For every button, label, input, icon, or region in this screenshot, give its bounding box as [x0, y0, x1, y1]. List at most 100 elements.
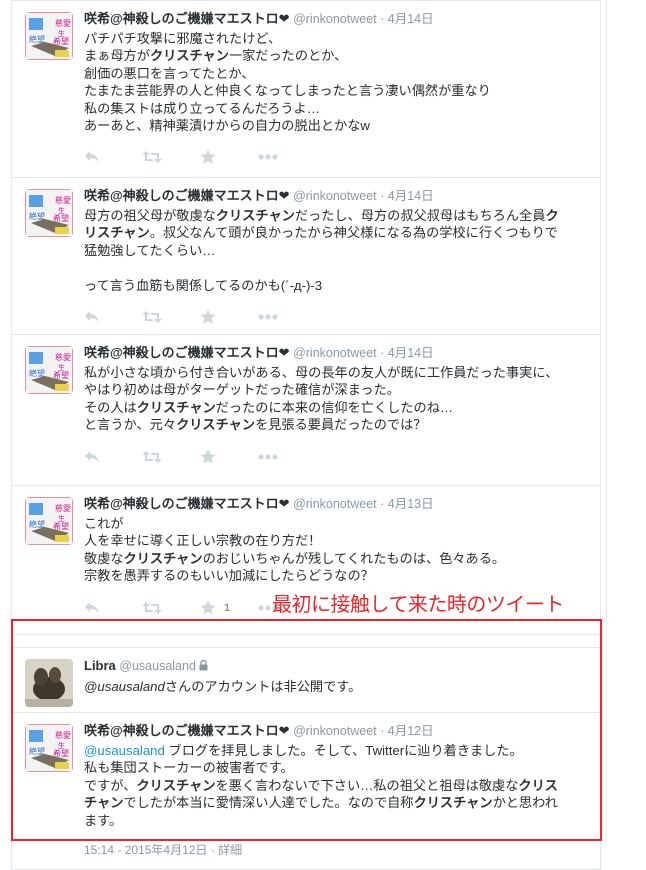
tweet-text-line: ます。 — [84, 812, 588, 829]
display-name[interactable]: 咲希@神殺しのご機嫌マエストロ❤ — [84, 345, 290, 360]
tweet-header: 咲希@神殺しのご機嫌マエストロ❤ @rinkonotweet · 4月14日 — [84, 188, 588, 204]
tweet-text-segment: のおじいちゃんが残してくれたものは、色々ある。 — [202, 550, 506, 566]
avatar[interactable]: 慈愛生絶望 希望 — [25, 12, 73, 60]
tweet-text-segment: まぁ母方が — [84, 48, 150, 64]
tweet-text-segment: ます。 — [84, 812, 123, 828]
tweet-text-segment: って言う血筋も関係してるのかも(´-д-)-3 — [84, 277, 323, 293]
username[interactable]: @rinkonotweet — [293, 497, 377, 511]
favorite-button[interactable] — [200, 307, 258, 327]
svg-text:慈愛: 慈愛 — [55, 195, 71, 205]
retweet-button[interactable] — [142, 598, 200, 618]
avatar[interactable] — [25, 659, 73, 707]
tweet-text-segment: 私の集ストは成り立ってるんだろうよ… — [84, 100, 320, 116]
tweet-text-line: リスチャン。叔父なんて頭が良かったから神父様になる為の学校に行くつもりで — [84, 224, 588, 241]
tweet-text-segment: パチパチ攻撃に邪魔されたけど、 — [84, 31, 282, 46]
star-icon — [200, 309, 216, 325]
username[interactable]: @rinkonotweet — [293, 12, 377, 26]
tweet-text-line: その人はクリスチャンだったのに本来の信仰を亡くしたのね… — [84, 399, 588, 416]
tweet-text-segment: だったのに本来の信仰を亡くしたのね… — [215, 399, 454, 415]
timestamp[interactable]: 15:14 - 2015年4月12日 — [84, 843, 207, 857]
avatar[interactable]: 慈愛生絶望 希望 — [25, 189, 73, 237]
favorite-button[interactable] — [200, 447, 258, 467]
display-name[interactable]: 咲希@神殺しのご機嫌マエストロ❤ — [84, 723, 290, 738]
username[interactable]: @rinkonotweet — [293, 346, 377, 360]
tweet-actions — [84, 300, 588, 334]
tweet-date[interactable]: 4月13日 — [388, 497, 434, 511]
tweet-text: @usausaland ブログを拝見しました。そして、Twitterに辿り着きま… — [84, 742, 588, 829]
more-button[interactable] — [258, 147, 316, 167]
protected-tweet[interactable]: Libra @usausaland @usausalandさんのアカウントは非公開… — [11, 647, 601, 713]
display-name[interactable]: 咲希@神殺しのご機嫌マエストロ❤ — [84, 11, 290, 26]
username[interactable]: @rinkonotweet — [293, 724, 377, 738]
tweet-text-segment: だったし、母方の叔父叔母はもちろん全員 — [294, 208, 546, 223]
protected-notice: さんのアカウントは非公開です。 — [164, 679, 362, 694]
retweet-icon — [142, 601, 162, 615]
tweet-text-line: 猛勉強してたくらい… — [84, 242, 588, 259]
tweet-date[interactable]: 4月14日 — [388, 12, 434, 26]
tweet-text-line: 宗教を愚弄するのもいい加減にしたらどうなの？ — [84, 567, 588, 584]
star-icon — [200, 449, 216, 465]
tweet-text: @usausalandさんのアカウントは非公開です。 — [84, 678, 588, 695]
tweet-date[interactable]: 4月14日 — [388, 346, 434, 360]
tweet-text-line: チャンでしたが本当に愛情深い人達でした。なので自称クリスチャンかと思われ — [84, 794, 588, 811]
tweet-text-line: やはり初めは母がターゲットだった確信が深まった。 — [84, 381, 588, 398]
tweet-text-line: 人を幸せに導く正しい宗教の在り方だ！ — [84, 532, 588, 549]
svg-text:慈愛: 慈愛 — [55, 730, 71, 740]
svg-text:絶望: 絶望 — [29, 519, 45, 529]
reply-icon — [84, 310, 100, 324]
retweet-button[interactable] — [142, 147, 200, 167]
reply-tweet[interactable]: 慈愛生絶望 希望 咲希@神殺しのご機嫌マエストロ❤ @rinkonotweet · … — [11, 713, 601, 870]
tweet-header: Libra @usausaland — [84, 658, 588, 675]
tweet-text-segment — [84, 260, 88, 275]
tweet-text-line: たまたま芸能界の人と仲良くなってしまったと言う凄い偶然が重なり — [84, 82, 588, 99]
tweet-text-segment: 宗教を愚弄するのもいい加減にしたらどうなの？ — [84, 568, 374, 584]
username[interactable]: @usausaland — [119, 659, 196, 673]
reply-button[interactable] — [84, 147, 142, 167]
tweet-text-line: 私も集団ストーカーの被害者です。 — [84, 759, 588, 776]
svg-text:絶望: 絶望 — [29, 34, 45, 44]
highlighted-keyword: クリスチャン — [413, 795, 493, 811]
reply-button[interactable] — [84, 598, 142, 618]
tweet-actions — [84, 440, 588, 474]
display-name[interactable]: 咲希@神殺しのご機嫌マエストロ❤ — [84, 496, 290, 511]
svg-text:絶望: 絶望 — [29, 746, 45, 756]
separator-dot: · — [380, 189, 385, 203]
tweet-date[interactable]: 4月14日 — [388, 189, 434, 203]
favorite-button[interactable]: 1 — [200, 598, 258, 618]
more-button[interactable] — [258, 447, 316, 467]
tweet[interactable]: 慈愛生絶望 希望 咲希@神殺しのご機嫌マエストロ❤ @rinkonotweet · … — [11, 335, 601, 486]
tweet-text-line: と言うか、元々クリスチャンを見張る要員だったのでは？ — [84, 416, 588, 433]
tweet-text-segment: やはり初めは母がターゲットだった確信が深まった。 — [84, 382, 400, 398]
details-link[interactable]: 詳細 — [218, 843, 242, 857]
highlighted-keyword: ク — [545, 208, 559, 223]
more-button[interactable] — [258, 307, 316, 327]
mention-link[interactable]: @usausaland — [84, 743, 165, 758]
reply-button[interactable] — [84, 447, 142, 467]
avatar[interactable]: 慈愛生絶望 希望 — [25, 724, 73, 772]
tweet-text-line: @usausaland ブログを拝見しました。そして、Twitterに辿り着きま… — [84, 742, 588, 759]
reply-button[interactable] — [84, 307, 142, 327]
svg-text:希望: 希望 — [53, 36, 69, 46]
svg-text:慈愛: 慈愛 — [55, 352, 71, 362]
tweet[interactable]: 慈愛生絶望 希望 咲希@神殺しのご機嫌マエストロ❤ @rinkonotweet · … — [11, 0, 601, 178]
svg-text:慈愛: 慈愛 — [55, 503, 71, 513]
avatar[interactable]: 慈愛生絶望 希望 — [25, 497, 73, 545]
display-name[interactable]: Libra — [84, 658, 116, 673]
reply-icon — [84, 601, 100, 615]
display-name[interactable]: 咲希@神殺しのご機嫌マエストロ❤ — [84, 188, 290, 203]
tweet-text-segment: 一家だったのとか、 — [228, 48, 348, 64]
tweet-text-segment: 私も集団ストーカーの被害者です。 — [84, 760, 294, 776]
retweet-button[interactable] — [142, 447, 200, 467]
retweet-button[interactable] — [142, 307, 200, 327]
avatar[interactable]: 慈愛生絶望 希望 — [25, 346, 73, 394]
mention-link[interactable]: @usausaland — [84, 679, 165, 694]
tweet-text-segment: 私が小さな頃から付き合いがある、母の長年の友人が既に工作員だった事実に、 — [84, 365, 559, 380]
tweet-text-segment: 敬虔な — [84, 550, 124, 566]
tweet-text-segment: 創価の悪口を言ってたとか、 — [84, 65, 255, 81]
tweet-date[interactable]: 4月12日 — [388, 724, 434, 738]
tweet-actions — [84, 140, 588, 174]
favorite-button[interactable] — [200, 147, 258, 167]
tweet-text-line: 敬虔なクリスチャンのおじいちゃんが残してくれたものは、色々ある。 — [84, 550, 588, 567]
tweet[interactable]: 慈愛生絶望 希望 咲希@神殺しのご機嫌マエストロ❤ @rinkonotweet · … — [11, 178, 601, 335]
username[interactable]: @rinkonotweet — [293, 189, 377, 203]
